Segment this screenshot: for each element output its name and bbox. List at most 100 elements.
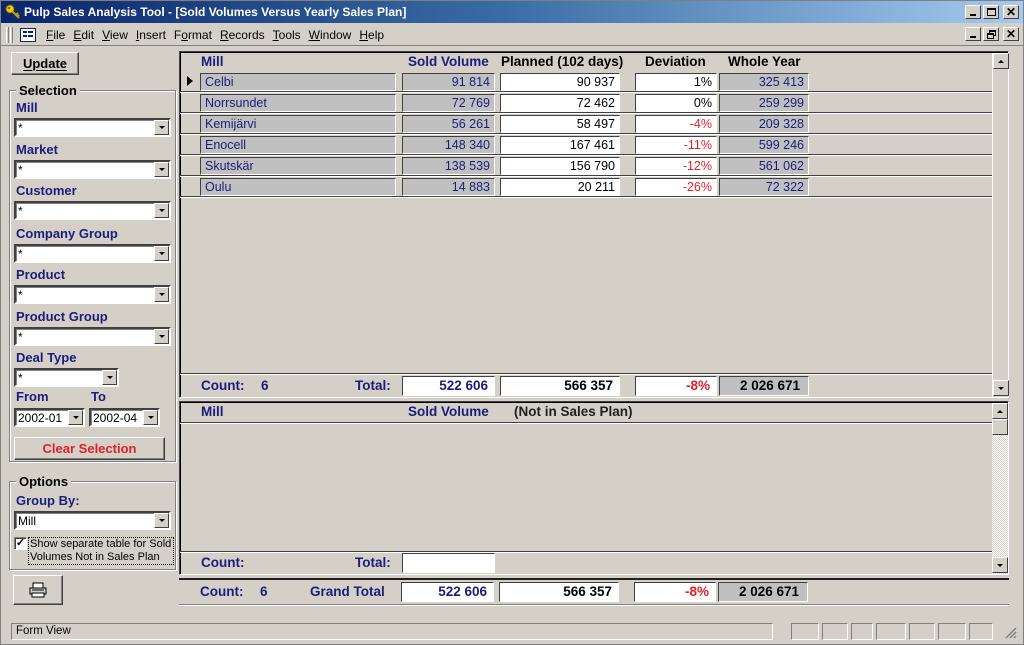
chevron-down-icon[interactable]	[154, 287, 169, 302]
print-button[interactable]	[13, 575, 63, 605]
scroll-up-button[interactable]	[992, 403, 1008, 419]
child-minimize-button[interactable]	[965, 27, 981, 41]
chevron-down-icon[interactable]	[154, 246, 169, 261]
toolbar-grip[interactable]	[6, 26, 9, 43]
row-selector[interactable]	[181, 136, 199, 154]
grand-count-value: 6	[260, 584, 268, 599]
cell-mill[interactable]: Oulu	[200, 178, 396, 196]
cell-whole-year[interactable]: 72 322	[719, 178, 809, 196]
market-combo[interactable]: *	[14, 160, 171, 179]
chevron-down-icon[interactable]	[102, 370, 117, 385]
table-row[interactable]: Norrsundet 72 769 72 462 0% 259 299	[180, 93, 992, 114]
menu-view[interactable]: View	[98, 28, 132, 42]
from-combo[interactable]: 2002-01	[14, 408, 85, 427]
cell-planned[interactable]: 156 790	[500, 157, 620, 175]
cell-mill[interactable]: Kemijärvi	[200, 115, 396, 133]
cell-planned[interactable]: 72 462	[500, 94, 620, 112]
chevron-down-icon[interactable]	[68, 410, 83, 425]
deal-type-combo[interactable]: *	[14, 368, 119, 387]
chevron-down-icon[interactable]	[154, 120, 169, 135]
main-area: Mill Sold Volume Planned (102 days) Devi…	[179, 51, 1009, 607]
cell-deviation[interactable]: -26%	[635, 178, 717, 196]
cell-whole-year[interactable]: 209 328	[719, 115, 809, 133]
cell-sold-volume[interactable]: 14 883	[402, 178, 495, 196]
vertical-scrollbar[interactable]	[992, 53, 1009, 397]
cell-deviation[interactable]: -12%	[635, 157, 717, 175]
menu-records[interactable]: Records	[216, 28, 269, 42]
menu-tools[interactable]: Tools	[269, 28, 305, 42]
cell-sold-volume[interactable]: 91 814	[402, 73, 495, 91]
cell-deviation[interactable]: -11%	[635, 136, 717, 154]
clear-selection-button[interactable]: Clear Selection	[14, 437, 165, 460]
table-row[interactable]: Oulu 14 883 20 211 -26% 72 322	[180, 177, 992, 198]
cell-planned[interactable]: 167 461	[500, 136, 620, 154]
row-selector[interactable]	[181, 178, 199, 196]
resize-grip-icon[interactable]	[1005, 627, 1017, 639]
scroll-down-button[interactable]	[993, 380, 1009, 396]
close-button[interactable]: ✕	[1003, 5, 1019, 19]
vertical-scrollbar[interactable]	[992, 403, 1008, 574]
row-selector[interactable]	[181, 115, 199, 133]
cell-sold-volume[interactable]: 56 261	[402, 115, 495, 133]
table-row[interactable]: Kemijärvi 56 261 58 497 -4% 209 328	[180, 114, 992, 135]
scroll-thumb[interactable]	[992, 419, 1008, 435]
customer-combo[interactable]: *	[14, 201, 171, 220]
separate-table-option[interactable]: ✓ Show separate table for Sold Volumes N…	[14, 537, 174, 567]
child-close-button[interactable]: ✕	[1003, 27, 1019, 41]
cell-whole-year[interactable]: 561 062	[719, 157, 809, 175]
menu-format[interactable]: Format	[170, 28, 216, 42]
cell-sold-volume[interactable]: 72 769	[402, 94, 495, 112]
product-label: Product	[16, 267, 66, 282]
cell-mill[interactable]: Norrsundet	[200, 94, 396, 112]
table-row[interactable]: Skutskär 138 539 156 790 -12% 561 062	[180, 156, 992, 177]
menu-help[interactable]: Help	[355, 28, 388, 42]
company-group-combo[interactable]: *	[14, 244, 171, 263]
group-by-combo[interactable]: Mill	[14, 511, 171, 530]
menu-edit[interactable]: Edit	[69, 28, 98, 42]
cell-deviation[interactable]: 0%	[635, 94, 717, 112]
minimize-button[interactable]	[965, 5, 981, 19]
cell-sold-volume[interactable]: 138 539	[402, 157, 495, 175]
cell-whole-year[interactable]: 325 413	[719, 73, 809, 91]
separate-table-label[interactable]: Show separate table for Sold Volumes Not…	[28, 537, 174, 565]
row-selector[interactable]	[181, 157, 199, 175]
maximize-button[interactable]	[983, 5, 999, 19]
chevron-down-icon[interactable]	[154, 203, 169, 218]
row-selector[interactable]	[181, 94, 199, 112]
header-deviation: Deviation	[645, 54, 706, 69]
title-bar[interactable]: Pulp Sales Analysis Tool - [Sold Volumes…	[1, 1, 1023, 23]
to-combo[interactable]: 2002-04	[89, 408, 160, 427]
cell-sold-volume[interactable]: 148 340	[402, 136, 495, 154]
chevron-down-icon[interactable]	[154, 162, 169, 177]
form-icon[interactable]	[20, 27, 36, 42]
cell-planned[interactable]: 58 497	[500, 115, 620, 133]
update-button[interactable]: Update	[11, 52, 79, 75]
status-pane	[969, 623, 993, 640]
separate-table-checkbox[interactable]: ✓	[14, 537, 27, 550]
chevron-down-icon[interactable]	[143, 410, 158, 425]
cell-planned[interactable]: 20 211	[500, 178, 620, 196]
cell-deviation[interactable]: -4%	[635, 115, 717, 133]
scroll-up-button[interactable]	[993, 53, 1009, 69]
product-group-combo[interactable]: *	[14, 327, 171, 346]
cell-planned[interactable]: 90 937	[500, 73, 620, 91]
mill-combo[interactable]: *	[14, 118, 171, 137]
menu-window[interactable]: Window	[305, 28, 356, 42]
table-row[interactable]: Enocell 148 340 167 461 -11% 599 246	[180, 135, 992, 156]
chevron-down-icon[interactable]	[154, 329, 169, 344]
scroll-down-button[interactable]	[992, 557, 1008, 573]
menu-insert[interactable]: Insert	[132, 28, 170, 42]
cell-mill[interactable]: Skutskär	[200, 157, 396, 175]
product-combo[interactable]: *	[14, 285, 171, 304]
menu-file[interactable]: File	[42, 28, 69, 42]
child-restore-button[interactable]	[983, 27, 999, 41]
cell-mill[interactable]: Celbi	[200, 73, 396, 91]
cell-deviation[interactable]: 1%	[635, 73, 717, 91]
current-record-icon	[187, 76, 193, 86]
cell-whole-year[interactable]: 259 299	[719, 94, 809, 112]
chevron-down-icon[interactable]	[154, 513, 169, 528]
row-selector[interactable]	[181, 73, 199, 91]
table-row[interactable]: Celbi 91 814 90 937 1% 325 413	[180, 72, 992, 93]
cell-mill[interactable]: Enocell	[200, 136, 396, 154]
cell-whole-year[interactable]: 599 246	[719, 136, 809, 154]
